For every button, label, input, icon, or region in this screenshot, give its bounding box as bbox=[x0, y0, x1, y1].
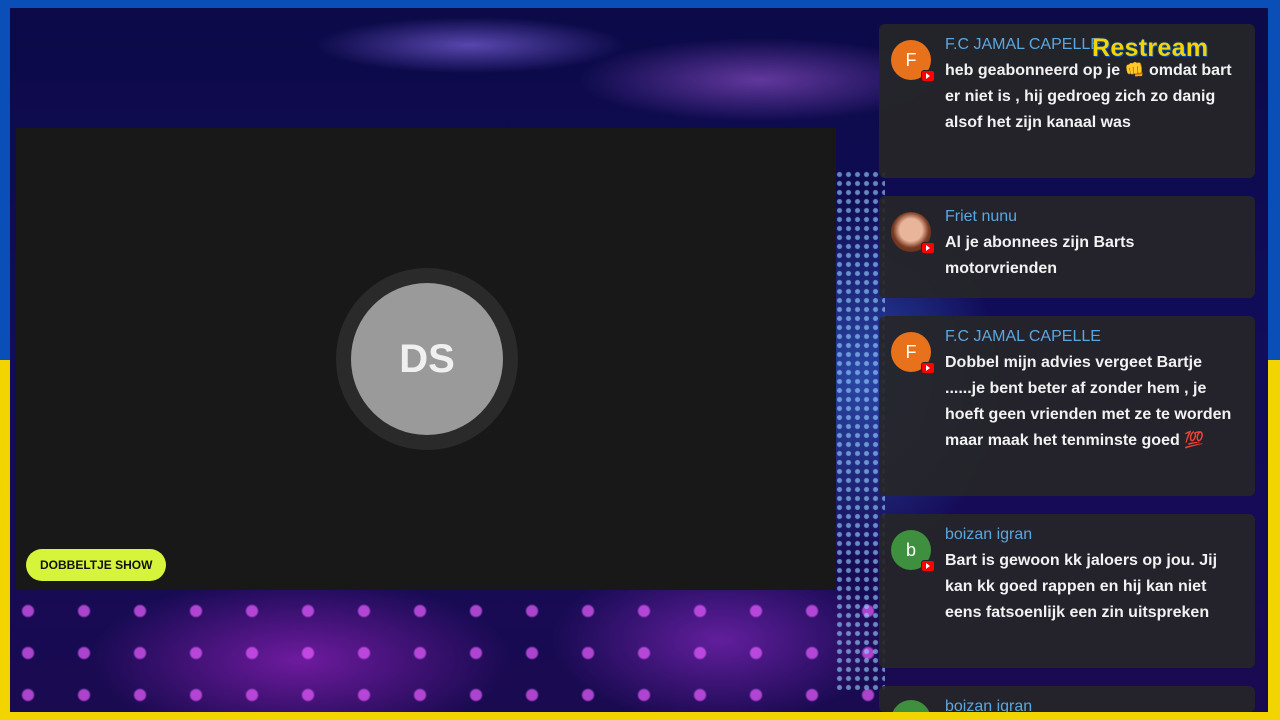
frame-border-left-yellow bbox=[0, 360, 10, 720]
video-tile: DS DOBBELTJE SHOW bbox=[16, 128, 836, 590]
background-particle-wave bbox=[835, 170, 885, 690]
youtube-icon bbox=[921, 70, 935, 82]
youtube-icon bbox=[921, 242, 935, 254]
chat-avatar-letter: F bbox=[905, 341, 917, 362]
restream-logo: Restream bbox=[1092, 34, 1209, 62]
chat-author: F.C JAMAL CAPELLE bbox=[945, 328, 1101, 345]
chat-message: Friet nunu Al je abonnees zijn Barts mot… bbox=[879, 196, 1255, 298]
chat-avatar-letter: b bbox=[906, 710, 916, 713]
participant-avatar-ring: DS bbox=[336, 268, 518, 450]
chat-author: boizan igran bbox=[945, 698, 1033, 712]
chat-avatar: b bbox=[891, 700, 931, 712]
chat-avatar: F bbox=[891, 40, 935, 82]
chat-avatar-letter: b bbox=[905, 539, 916, 560]
chat-avatar: b bbox=[891, 530, 935, 572]
chat-message: b boizan igran Bart is gewoon kk jaloers… bbox=[879, 514, 1255, 668]
frame-border-right-yellow bbox=[1268, 360, 1280, 720]
show-name-badge: DOBBELTJE SHOW bbox=[26, 549, 167, 581]
chat-text: Bart is gewoon kk jaloers op jou. Jij ka… bbox=[945, 552, 1218, 621]
youtube-icon bbox=[921, 560, 935, 572]
chat-message: F F.C JAMAL CAPELLE Dobbel mijn advies v… bbox=[879, 316, 1255, 496]
participant-avatar: DS bbox=[351, 283, 503, 435]
chat-text: Al je abonnees zijn Barts motorvrienden bbox=[945, 234, 1135, 277]
frame-border-left-blue bbox=[0, 0, 10, 360]
chat-author: Friet nunu bbox=[945, 208, 1018, 225]
frame-border-bottom bbox=[0, 712, 1280, 720]
chat-text: heb geabonneerd op je 👊 omdat bart er ni… bbox=[945, 62, 1232, 131]
youtube-icon bbox=[921, 362, 935, 374]
chat-avatar bbox=[891, 212, 935, 254]
chat-message: b boizan igran bbox=[879, 686, 1255, 712]
chat-text: Dobbel mijn advies vergeet Bartje ......… bbox=[945, 354, 1232, 449]
chat-author: boizan igran bbox=[945, 526, 1033, 543]
background-glow-dots bbox=[0, 590, 880, 720]
frame-border-top bbox=[0, 0, 1280, 8]
frame-border-right-blue bbox=[1268, 0, 1280, 360]
chat-avatar-letter: F bbox=[905, 49, 917, 70]
chat-avatar: F bbox=[891, 332, 935, 374]
